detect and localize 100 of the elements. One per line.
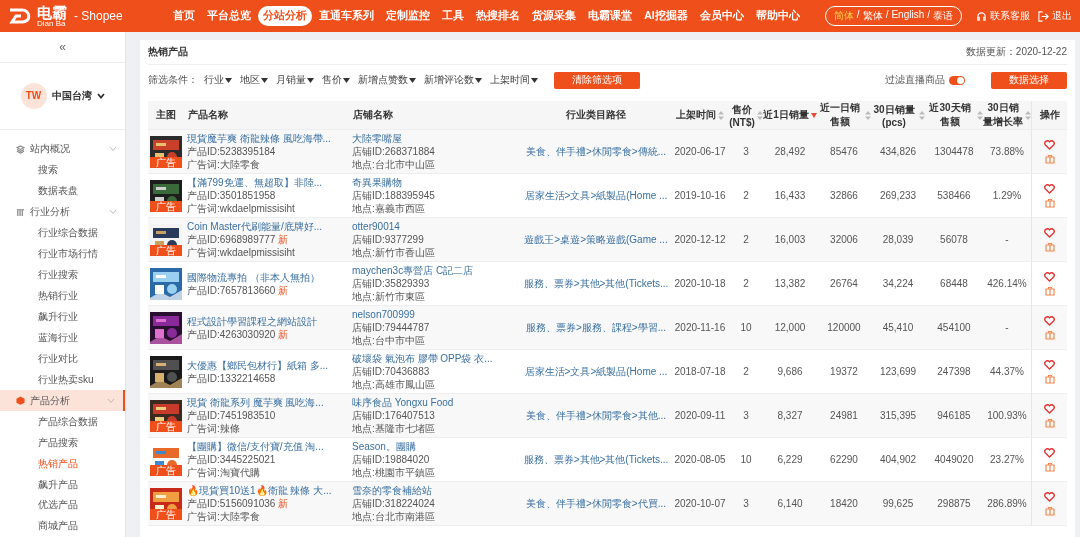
heart-icon[interactable] xyxy=(1044,315,1055,326)
menu-group[interactable]: 产品分析 xyxy=(0,390,125,412)
nav-tab[interactable]: 电霸课堂 xyxy=(583,6,638,26)
shopping-bag-icon[interactable] xyxy=(1044,505,1055,516)
nav-tab[interactable]: 平台总览 xyxy=(202,6,257,26)
filter-dropdown[interactable]: 上架时间 xyxy=(488,73,540,87)
column-header[interactable]: 近1日销量 xyxy=(763,101,817,130)
nav-tab[interactable]: 帮助中心 xyxy=(750,6,805,26)
menu-item[interactable]: 优选产品 xyxy=(0,495,125,516)
column-header[interactable]: 近一日销售额 xyxy=(817,101,871,130)
menu-item[interactable]: 行业市场行情 xyxy=(0,243,125,265)
region-selector[interactable]: 中国台湾 xyxy=(51,88,92,103)
logout-link[interactable]: 退出 xyxy=(1052,9,1072,23)
product-name-link[interactable]: 【團購】微信/支付寶/充值 淘... xyxy=(187,440,324,453)
shopping-bag-icon[interactable] xyxy=(1044,153,1055,164)
shopping-bag-icon[interactable] xyxy=(1044,285,1055,296)
shopping-bag-icon[interactable] xyxy=(1044,417,1055,428)
shop-name-link[interactable]: 味序食品 Yongxu Food xyxy=(352,396,454,409)
shopping-bag-icon[interactable] xyxy=(1044,241,1055,252)
menu-item[interactable]: 热销行业 xyxy=(0,285,125,307)
column-header[interactable]: 售价(NT$) xyxy=(729,101,763,130)
menu-item[interactable]: 飙升产品 xyxy=(0,474,125,495)
support-link[interactable]: 联系客服 xyxy=(990,9,1030,23)
product-name-link[interactable]: 🔥現貨買10送1🔥衛龍 辣條 大... xyxy=(187,484,332,497)
menu-item[interactable]: 飙升行业 xyxy=(0,306,125,328)
menu-group[interactable]: 行业分析 xyxy=(0,201,125,223)
menu-item[interactable]: 行业对比 xyxy=(0,348,125,370)
heart-icon[interactable] xyxy=(1044,447,1055,458)
menu-item[interactable]: 数据表盘 xyxy=(0,180,125,202)
language-option[interactable]: English xyxy=(891,9,925,23)
toggle-switch[interactable] xyxy=(949,75,965,85)
category-path-link[interactable]: 美食、伴手禮>休閒零食>傳統... xyxy=(521,130,671,174)
column-header[interactable]: 近30天销售额 xyxy=(925,101,983,130)
shopping-bag-icon[interactable] xyxy=(1044,329,1055,340)
nav-tab[interactable]: 分站分析 xyxy=(258,6,313,26)
collapse-button[interactable]: « xyxy=(59,39,66,54)
product-name-link[interactable]: Coin Master代刷能量/底牌好... xyxy=(187,220,323,233)
language-option[interactable]: 繁体 xyxy=(862,9,883,23)
shopping-bag-icon[interactable] xyxy=(1044,461,1055,472)
shop-name-link[interactable]: 大陸零嘴屋 xyxy=(352,132,402,145)
menu-item[interactable]: 热销产品 xyxy=(0,453,125,475)
nav-tab[interactable]: 首页 xyxy=(168,6,201,26)
shop-name-link[interactable]: Season。團購 xyxy=(352,440,416,453)
product-name-link[interactable]: 國際物流專拍 （非本人無拍） xyxy=(187,270,320,284)
heart-icon[interactable] xyxy=(1044,491,1055,502)
shopping-bag-icon[interactable] xyxy=(1044,373,1055,384)
shop-name-link[interactable]: maychen3c專營店 C記二店 xyxy=(352,264,474,277)
logo-text: 电霸 xyxy=(37,4,67,20)
nav-tab[interactable]: 定制监控 xyxy=(381,6,436,26)
heart-icon[interactable] xyxy=(1044,183,1055,194)
menu-item[interactable]: 产品搜索 xyxy=(0,432,125,454)
heart-icon[interactable] xyxy=(1044,359,1055,370)
nav-tab[interactable]: 货源采集 xyxy=(527,6,582,26)
clear-filters-button[interactable]: 清除筛选项 xyxy=(554,71,640,89)
product-name-link[interactable]: 現貨 衛龍系列 魔芋爽 風吃海... xyxy=(187,396,324,409)
heart-icon[interactable] xyxy=(1044,403,1055,414)
chevron-down-icon[interactable] xyxy=(96,92,105,99)
sort-icon[interactable] xyxy=(718,110,724,120)
column-header[interactable]: 上架时间 xyxy=(671,101,729,130)
product-name-link[interactable]: 【滿799免運、無超取】非陸... xyxy=(187,176,323,189)
column-header[interactable]: 30日销量(pcs) xyxy=(871,101,925,130)
category-path-link[interactable]: 美食、伴手禮>休閒零食>其他... xyxy=(521,394,671,438)
heart-icon[interactable] xyxy=(1044,227,1055,238)
table-cell: 1304478 xyxy=(925,130,983,174)
language-option[interactable]: 泰语 xyxy=(933,9,953,23)
nav-tab[interactable]: 工具 xyxy=(437,6,470,26)
nav-tab[interactable]: AI挖掘器 xyxy=(639,6,693,26)
menu-item[interactable]: 行业搜索 xyxy=(0,264,125,286)
nav-tab[interactable]: 直通车系列 xyxy=(314,6,380,26)
shop-name-link[interactable]: nelson700999 xyxy=(352,308,415,321)
filter-dropdown[interactable]: 新增点赞数 xyxy=(356,73,418,87)
nav-tab[interactable]: 会员中心 xyxy=(694,6,749,26)
filter-dropdown[interactable]: 售价 xyxy=(320,73,352,87)
menu-item[interactable]: 行业综合数据 xyxy=(0,222,125,244)
menu-item[interactable]: 行业热卖sku xyxy=(0,369,125,391)
menu-item[interactable]: 商城产品 xyxy=(0,515,125,537)
product-name-link[interactable]: 程式設計學習課程之網站設計 xyxy=(187,314,317,328)
filter-dropdown[interactable]: 新增评论数 xyxy=(422,73,484,87)
shopping-bag-icon[interactable] xyxy=(1044,197,1055,208)
shop-name-link[interactable]: otter90014 xyxy=(352,220,400,233)
shop-name-link[interactable]: 奇異果購物 xyxy=(352,176,402,189)
product-name-link[interactable]: 大優惠【鄉民包材行】紙箱 多... xyxy=(187,358,329,372)
product-name-link[interactable]: 現貨魔芋爽 衛龍辣條 風吃海帶... xyxy=(187,132,331,145)
menu-item[interactable]: 蓝海行业 xyxy=(0,327,125,349)
nav-tab[interactable]: 热搜排名 xyxy=(471,6,526,26)
category-path-link[interactable]: 美食、伴手禮>休閒零食>代買... xyxy=(521,482,671,526)
menu-item[interactable]: 产品综合数据 xyxy=(0,411,125,433)
category-path-link[interactable]: 服務、票券>服務、課程>學習... xyxy=(521,306,671,350)
shop-name-link[interactable]: 雪奈的零食補給站 xyxy=(352,484,432,497)
data-select-button[interactable]: 数据选择 xyxy=(991,71,1067,89)
filter-dropdown[interactable]: 地区 xyxy=(238,73,270,87)
column-header[interactable]: 30日销量增长率 xyxy=(983,101,1031,130)
heart-icon[interactable] xyxy=(1044,139,1055,150)
menu-group[interactable]: 站内概况 xyxy=(0,138,125,160)
filter-dropdown[interactable]: 月销量 xyxy=(274,73,316,87)
shop-name-link[interactable]: 破壞袋 氣泡布 膠帶 OPP袋 衣... xyxy=(352,352,493,365)
category-path-link[interactable]: 遊戲王>桌遊>策略遊戲(Game ... xyxy=(521,218,671,262)
menu-item[interactable]: 搜索 xyxy=(0,159,125,181)
filter-dropdown[interactable]: 行业 xyxy=(202,73,234,87)
heart-icon[interactable] xyxy=(1044,271,1055,282)
